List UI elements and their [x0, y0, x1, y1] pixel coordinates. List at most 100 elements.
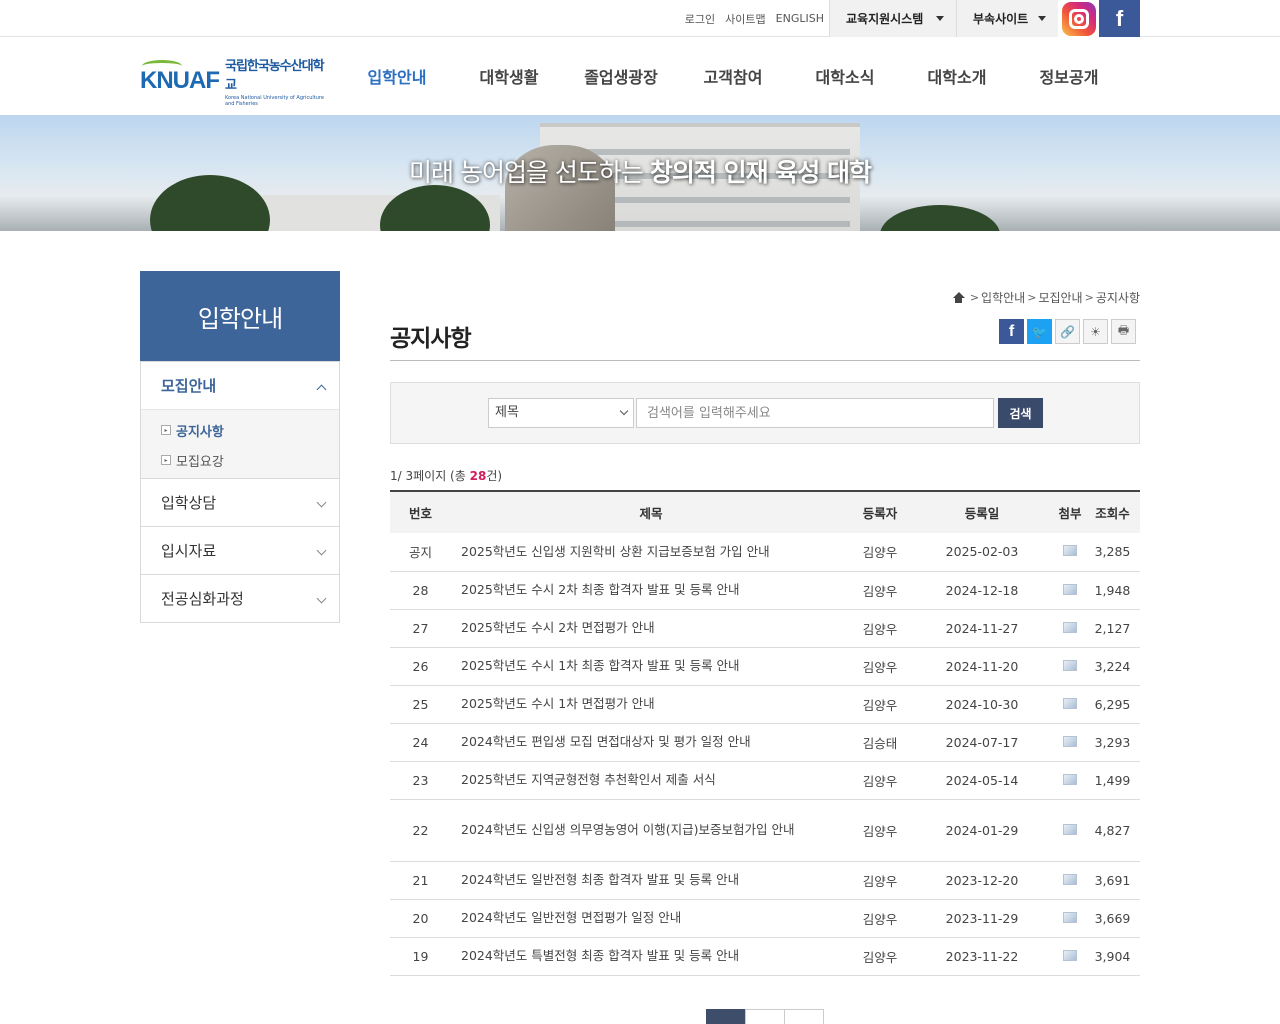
row-views: 3,293: [1085, 723, 1140, 762]
table-row[interactable]: 28 2025학년도 수시 2차 최종 합격자 발표 및 등록 안내 김양우 2024…: [390, 571, 1140, 610]
table-row[interactable]: 23 2025학년도 지역균형전형 추천확인서 제출 서식 김양우 2024-05-1…: [390, 761, 1140, 800]
print-button[interactable]: 🖶: [1111, 319, 1136, 344]
row-date: 2023-11-22: [909, 937, 1055, 976]
table-row[interactable]: 24 2024학년도 편입생 모집 면접대상자 및 평가 일정 안내 김승태 2024…: [390, 723, 1140, 762]
row-views: 3,285: [1085, 533, 1140, 572]
side-menu-item-counseling[interactable]: 입학상담: [141, 478, 339, 526]
page-button[interactable]: [784, 1009, 824, 1024]
image-attachment-icon[interactable]: [1063, 773, 1077, 785]
image-attachment-icon[interactable]: [1063, 735, 1077, 747]
search-input[interactable]: [636, 398, 994, 428]
search-field-value: 제목: [495, 405, 519, 420]
breadcrumb-item[interactable]: 입학안내: [981, 289, 1025, 306]
row-attachment[interactable]: [1055, 761, 1085, 800]
row-number: 23: [390, 761, 451, 800]
side-menu-title: 입학안내: [140, 271, 340, 361]
side-menu-item-advanced-course[interactable]: 전공심화과정: [141, 574, 339, 622]
side-submenu: ▸ 공지사항 ▸ 모집요강: [141, 409, 339, 478]
image-attachment-icon[interactable]: [1063, 949, 1077, 961]
education-system-dropdown[interactable]: 교육지원시스템: [829, 0, 956, 37]
image-attachment-icon[interactable]: [1063, 911, 1077, 923]
row-date: 2024-12-18: [909, 571, 1055, 610]
row-attachment[interactable]: [1055, 723, 1085, 762]
sitemap-link[interactable]: 사이트맵: [725, 11, 765, 27]
image-attachment-icon[interactable]: [1063, 621, 1077, 633]
gnb-item-alumni[interactable]: 졸업생광장: [565, 38, 677, 115]
row-attachment[interactable]: [1055, 533, 1085, 572]
row-attachment[interactable]: [1055, 685, 1085, 724]
row-author: 김양우: [851, 533, 909, 572]
home-icon[interactable]: [952, 292, 965, 303]
side-submenu-item-guidelines[interactable]: ▸ 모집요강: [161, 445, 339, 475]
row-attachment[interactable]: [1055, 647, 1085, 686]
university-logo[interactable]: KNUAF 국립한국농수산대학교 Korea National Universi…: [140, 59, 330, 107]
image-attachment-icon[interactable]: [1063, 697, 1077, 709]
breadcrumb-item[interactable]: 공지사항: [1096, 289, 1140, 306]
row-title-link[interactable]: 2024학년도 신입생 의무영농영어 이행(지급)보증보험가입 안내: [451, 799, 851, 862]
image-attachment-icon[interactable]: [1063, 659, 1077, 671]
row-title-link[interactable]: 2025학년도 수시 2차 최종 합격자 발표 및 등록 안내: [451, 571, 851, 610]
row-date: 2025-02-03: [909, 533, 1055, 572]
row-attachment[interactable]: [1055, 571, 1085, 610]
row-title-link[interactable]: 2025학년도 수시 2차 면접평가 안내: [451, 609, 851, 648]
row-attachment[interactable]: [1055, 899, 1085, 938]
col-header-author: 등록자: [851, 490, 909, 533]
twitter-share-button[interactable]: 🐦: [1027, 319, 1052, 344]
row-title-link[interactable]: 2024학년도 일반전형 면접평가 일정 안내: [451, 899, 851, 938]
table-row[interactable]: 26 2025학년도 수시 1차 최종 합격자 발표 및 등록 안내 김양우 2024…: [390, 647, 1140, 686]
facebook-link[interactable]: f: [1099, 0, 1140, 37]
facebook-share-button[interactable]: f: [999, 319, 1024, 344]
logo-mark: KNUAF: [140, 60, 220, 94]
side-menu-item-recruitment[interactable]: 모집안내: [141, 361, 339, 409]
row-attachment[interactable]: [1055, 861, 1085, 900]
image-attachment-icon[interactable]: [1063, 583, 1077, 595]
share-button[interactable]: ☀: [1083, 319, 1108, 344]
row-title-link[interactable]: 2025학년도 수시 1차 최종 합격자 발표 및 등록 안내: [451, 647, 851, 686]
gnb-item-about[interactable]: 대학소개: [901, 38, 1013, 115]
row-author: 김승태: [851, 723, 909, 762]
table-row[interactable]: 20 2024학년도 일반전형 면접평가 일정 안내 김양우 2023-11-29 3,…: [390, 899, 1140, 938]
breadcrumb-item[interactable]: 모집안내: [1038, 289, 1082, 306]
gnb-item-campus-life[interactable]: 대학생활: [453, 38, 565, 115]
search-button[interactable]: 검색: [998, 398, 1043, 428]
row-attachment[interactable]: [1055, 937, 1085, 976]
image-attachment-icon[interactable]: [1063, 545, 1077, 557]
page-button[interactable]: [706, 1009, 746, 1024]
row-title-link[interactable]: 2024학년도 특별전형 최종 합격자 발표 및 등록 안내: [451, 937, 851, 976]
side-menu-item-materials[interactable]: 입시자료: [141, 526, 339, 574]
row-attachment[interactable]: [1055, 609, 1085, 648]
english-link[interactable]: ENGLISH: [776, 12, 824, 25]
row-title-link[interactable]: 2025학년도 수시 1차 면접평가 안내: [451, 685, 851, 724]
table-row[interactable]: 공지 2025학년도 신입생 지원학비 상환 지급보증보험 가입 안내 김양우 202…: [390, 533, 1140, 572]
gnb-item-participation[interactable]: 고객참여: [677, 38, 789, 115]
row-title-link[interactable]: 2024학년도 일반전형 최종 합격자 발표 및 등록 안내: [451, 861, 851, 900]
side-submenu-item-notice[interactable]: ▸ 공지사항: [161, 415, 339, 445]
table-row[interactable]: 22 2024학년도 신입생 의무영농영어 이행(지급)보증보험가입 안내 김양우 2…: [390, 799, 1140, 862]
image-attachment-icon[interactable]: [1063, 873, 1077, 885]
instagram-link[interactable]: [1058, 0, 1099, 37]
table-row[interactable]: 25 2025학년도 수시 1차 면접평가 안내 김양우 2024-10-30 6,29…: [390, 685, 1140, 724]
gnb-item-news[interactable]: 대학소식: [789, 38, 901, 115]
gnb-item-admission[interactable]: 입학안내: [341, 38, 453, 115]
row-date: 2024-05-14: [909, 761, 1055, 800]
table-row[interactable]: 27 2025학년도 수시 2차 면접평가 안내 김양우 2024-11-27 2,12…: [390, 609, 1140, 648]
copy-link-button[interactable]: 🔗: [1055, 319, 1080, 344]
breadcrumb: > 입학안내 > 모집안내 > 공지사항: [952, 289, 1140, 306]
table-row[interactable]: 19 2024학년도 특별전형 최종 합격자 발표 및 등록 안내 김양우 2023-…: [390, 937, 1140, 976]
row-author: 김양우: [851, 861, 909, 900]
search-field-select[interactable]: 제목: [488, 398, 634, 428]
page-button[interactable]: [745, 1009, 785, 1024]
login-link[interactable]: 로그인: [685, 11, 715, 27]
side-menu: 입학안내 모집안내 ▸ 공지사항 ▸ 모집요강 입학상담 입시자료 전공심화과정: [140, 271, 340, 623]
chevron-down-icon: [316, 497, 327, 508]
image-attachment-icon[interactable]: [1063, 823, 1077, 835]
row-title-link[interactable]: 2025학년도 지역균형전형 추천확인서 제출 서식: [451, 761, 851, 800]
row-number: 24: [390, 723, 451, 762]
table-row[interactable]: 21 2024학년도 일반전형 최종 합격자 발표 및 등록 안내 김양우 2023-…: [390, 861, 1140, 900]
affiliated-sites-dropdown[interactable]: 부속사이트: [956, 0, 1058, 37]
gnb-item-disclosure[interactable]: 정보공개: [1013, 38, 1125, 115]
row-title-link[interactable]: 2024학년도 편입생 모집 면접대상자 및 평가 일정 안내: [451, 723, 851, 762]
row-attachment[interactable]: [1055, 799, 1085, 862]
row-author: 김양우: [851, 609, 909, 648]
row-title-link[interactable]: 2025학년도 신입생 지원학비 상환 지급보증보험 가입 안내: [451, 533, 851, 572]
